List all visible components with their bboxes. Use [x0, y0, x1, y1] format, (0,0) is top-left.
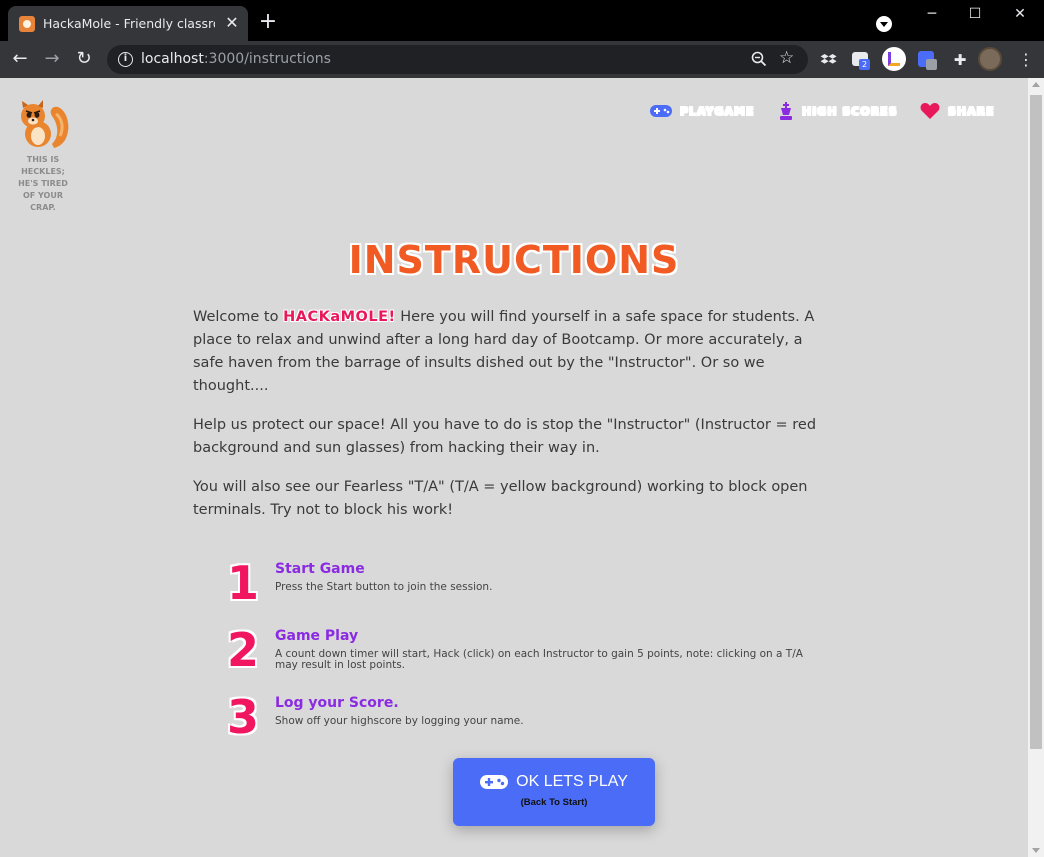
maximize-icon[interactable]: ☐ [965, 4, 985, 24]
heart-icon [920, 103, 940, 119]
brand-name: HACKaMOLE! [283, 309, 396, 325]
window-close-icon[interactable]: ✕ [1010, 4, 1030, 24]
vertical-scrollbar[interactable] [1028, 78, 1044, 857]
extension-icon[interactable]: 2 [852, 52, 870, 70]
extension-avatar-icon[interactable] [882, 47, 906, 71]
step-item: 1 Start Game Press the Start button to j… [218, 557, 818, 621]
dropbox-icon[interactable] [819, 50, 839, 70]
minimize-icon[interactable]: ─ [922, 4, 942, 24]
new-tab-icon[interactable]: + [257, 11, 279, 34]
info-icon[interactable]: i [118, 52, 133, 67]
chess-king-icon [780, 102, 792, 120]
page-viewport: THIS IS HECKLES; HE'S TIRED OF YOUR CRAP… [0, 78, 1028, 857]
ok-lets-play-button[interactable]: OK LETS PLAY (Back To Start) [453, 758, 655, 826]
intro-paragraph: Welcome to HACKaMOLE! Here you will find… [193, 309, 815, 394]
step-description: Show off your highscore by logging your … [275, 715, 524, 727]
step-description: A count down timer will start, Hack (cli… [275, 648, 803, 671]
extensions-puzzle-icon[interactable]: ✚ [950, 50, 970, 70]
step-title: Start Game [275, 561, 365, 577]
nav-highscores-label: HIGH SCORES [802, 104, 898, 118]
nav-share-label: SHARE [948, 104, 995, 118]
scroll-up-icon[interactable] [1032, 82, 1040, 87]
browser-toolbar: ← → ↻ i localhost:3000/instructions ☆ 2 … [0, 41, 1044, 78]
close-icon[interactable]: ✕ [224, 15, 240, 31]
gamepad-icon [480, 775, 509, 789]
profile-avatar[interactable] [978, 47, 1002, 71]
nav-highscores-link[interactable]: HIGH SCORES [778, 102, 898, 120]
browser-tab[interactable]: HackaMole - Friendly classroom g ✕ [8, 6, 248, 41]
step-description: Press the Start button to join the sessi… [275, 581, 493, 593]
mascot-caption: THIS IS HECKLES; HE'S TIRED OF YOUR CRAP… [18, 155, 68, 212]
menu-icon[interactable]: ⋮ [1018, 50, 1034, 70]
browser-tab-bar: HackaMole - Friendly classroom g ✕ + ─ ☐… [0, 0, 1044, 41]
page-title: INSTRUCTIONS [348, 238, 680, 282]
scrollbar-thumb[interactable] [1030, 95, 1042, 749]
bookmark-star-icon[interactable]: ☆ [779, 48, 794, 68]
address-bar[interactable]: i localhost:3000/instructions ☆ [107, 45, 808, 74]
play-button-sublabel: (Back To Start) [520, 797, 588, 808]
step-item: 2 Game Play A count down timer will star… [218, 624, 818, 688]
back-icon[interactable]: ← [10, 49, 30, 69]
play-button-label: OK LETS PLAY [516, 773, 628, 790]
step-title: Game Play [275, 628, 359, 644]
tab-search-icon[interactable] [876, 16, 892, 32]
translate-icon[interactable] [918, 51, 937, 70]
tab-title: HackaMole - Friendly classroom g [43, 16, 215, 31]
reload-icon[interactable]: ↻ [74, 49, 94, 69]
step-title: Log your Score. [275, 695, 399, 711]
favicon-icon [19, 16, 35, 32]
url-text[interactable]: localhost:3000/instructions [141, 51, 331, 67]
nav-share-link[interactable]: SHARE [920, 102, 995, 120]
nav-playgame-link[interactable]: PLAYGAME [650, 102, 755, 120]
step-number: 2 [226, 623, 259, 677]
step-number: 3 [226, 690, 259, 744]
step-number: 1 [226, 556, 259, 610]
zoom-icon[interactable] [750, 50, 768, 68]
squirrel-mascot-icon [21, 100, 69, 148]
nav-playgame-label: PLAYGAME [680, 104, 755, 118]
protect-paragraph: Help us protect our space! All you have … [193, 417, 817, 456]
scroll-down-icon[interactable] [1032, 848, 1040, 853]
gamepad-icon [650, 105, 672, 117]
ta-paragraph: You will also see our Fearless "T/A" (T/… [193, 479, 808, 518]
forward-icon[interactable]: → [42, 49, 62, 69]
step-item: 3 Log your Score. Show off your highscor… [218, 691, 818, 755]
